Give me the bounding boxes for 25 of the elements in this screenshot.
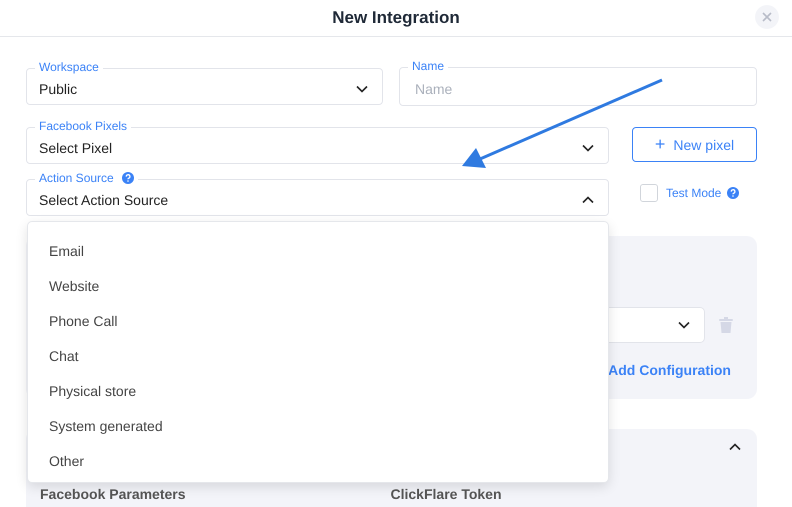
chevron-down-icon xyxy=(582,144,594,152)
new-pixel-button[interactable]: + New pixel xyxy=(632,127,757,162)
help-icon xyxy=(727,187,740,199)
field-label: Name xyxy=(408,59,448,73)
menu-item[interactable]: Email xyxy=(28,234,608,269)
close-icon xyxy=(762,12,772,22)
trash-icon[interactable] xyxy=(719,317,733,333)
column-header: ClickFlare Token xyxy=(390,486,503,502)
close-button[interactable] xyxy=(755,5,779,29)
chevron-down-icon xyxy=(678,321,690,329)
menu-item[interactable]: Website xyxy=(28,269,608,304)
chevron-up-icon xyxy=(582,196,594,204)
menu-item[interactable]: Chat xyxy=(28,339,608,374)
menu-item[interactable]: Phone Call xyxy=(28,304,608,339)
test-mode-label: Test Mode xyxy=(666,186,722,200)
menu-item[interactable]: System generated xyxy=(28,409,608,444)
field-label: Workspace xyxy=(35,60,103,74)
test-mode-checkbox[interactable] xyxy=(640,184,658,202)
column-header: Facebook Parameters xyxy=(40,486,187,502)
field-label: Facebook Pixels xyxy=(35,119,132,133)
menu-item[interactable]: Physical store xyxy=(28,374,608,409)
chevron-up-icon[interactable] xyxy=(729,443,741,451)
dialog-title: New Integration xyxy=(332,8,460,28)
chevron-down-icon xyxy=(356,84,368,92)
menu-item[interactable]: Other xyxy=(28,444,608,479)
